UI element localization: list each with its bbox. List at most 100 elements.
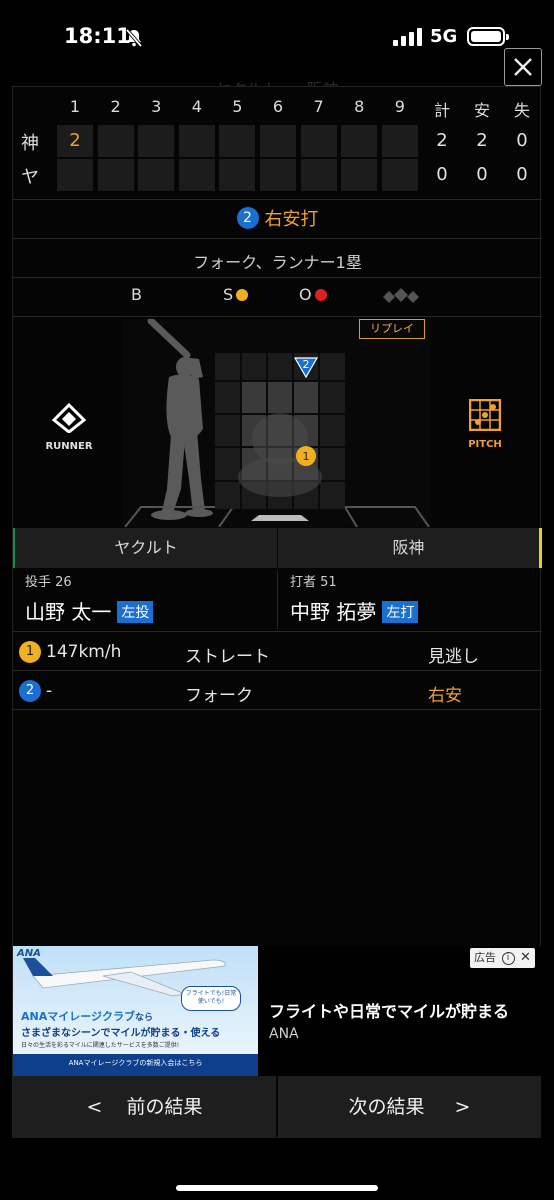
pitch-type: フォーク	[185, 686, 253, 706]
home-indicator	[176, 1185, 378, 1191]
close-ad-icon[interactable]: ✕	[520, 950, 531, 965]
inning-score-cell	[260, 125, 296, 157]
batter-info: 打者 51 中野 拓夢 左打	[290, 571, 419, 629]
ad-brand: ANA	[269, 1026, 299, 1042]
batter-silhouette	[147, 317, 213, 520]
totals-header: 計	[433, 101, 450, 120]
inning-header: 2	[110, 97, 121, 116]
inning-header: 8	[354, 97, 365, 116]
pitch-zone-view: 12	[123, 317, 431, 528]
strike-dot	[236, 289, 249, 301]
runner-toggle[interactable]: RUNNER	[39, 402, 99, 452]
pitch-grid-icon	[468, 398, 502, 432]
play-number-badge: 2	[236, 207, 259, 229]
info-icon[interactable]: i	[501, 952, 515, 965]
inning-score-cell	[341, 159, 378, 191]
inning-score-cell	[219, 159, 256, 191]
total-cell: 2	[436, 130, 448, 151]
pitch-label: PITCH	[468, 439, 502, 450]
divider	[13, 277, 542, 278]
divider	[13, 238, 542, 239]
out-count-label: O	[299, 285, 312, 304]
ad-headline[interactable]: フライトや日常でマイルが貯まる	[269, 998, 509, 1022]
inning-score-cell	[97, 125, 134, 157]
previous-result-button[interactable]: < 前の結果	[13, 1076, 276, 1138]
chevron-right-icon: >	[454, 1096, 471, 1118]
ad-bubble: フライトでも!日常使いでも!	[181, 986, 241, 1011]
pitcher-info: 投手 26 山野 太一 左投	[25, 571, 154, 629]
next-result-label: 次の結果	[348, 1096, 425, 1118]
inning-score-cell	[341, 125, 378, 157]
play-result-text: 右安打	[264, 209, 319, 230]
total-cell: 0	[516, 130, 528, 151]
inning-score-cell	[57, 159, 93, 191]
total-cell: 0	[436, 164, 448, 185]
divider	[13, 199, 542, 200]
inning-header: 5	[232, 97, 243, 116]
inning-score-cell	[381, 125, 418, 157]
ad-image[interactable]: ANA フライトでも!日常使いでも! ANAマイレージクラブなら さまざまなシー…	[13, 946, 258, 1076]
strike-count-label: S	[223, 285, 234, 304]
inning-score-cell: 2	[57, 125, 93, 157]
divider	[277, 571, 278, 629]
inning-header: 4	[191, 97, 202, 116]
inning-header: 9	[394, 97, 405, 116]
out-count: O	[299, 285, 327, 304]
ball-count-label: B	[131, 285, 142, 304]
pitch-speed: -	[46, 681, 53, 701]
divider	[13, 316, 542, 317]
batter-role: 打者 51	[290, 575, 337, 590]
next-result-button[interactable]: 次の結果 >	[278, 1076, 541, 1138]
totals-header: 失	[513, 101, 530, 120]
status-time: 18:11	[64, 24, 131, 48]
out-dot	[314, 289, 327, 301]
tab-home-team[interactable]: 阪神	[278, 528, 542, 568]
ad-image-footer: ANAマイレージクラブの新規入会はこちら	[68, 1059, 203, 1067]
network-type: 5G	[430, 26, 458, 47]
close-icon	[514, 58, 532, 76]
batter-name: 中野 拓夢	[290, 600, 377, 624]
pitch-toggle[interactable]: PITCH	[459, 398, 511, 450]
scoreboard: 123456789計安失神2220ヤ000	[13, 87, 542, 197]
pitch-number-badge: 1	[19, 641, 41, 663]
diamond-field-icon	[51, 402, 87, 434]
totals-header: 安	[473, 101, 490, 120]
replay-button[interactable]: リプレイ	[359, 319, 425, 339]
inning-score-cell	[219, 125, 256, 157]
previous-result-label: 前の結果	[126, 1096, 203, 1118]
inning-score-cell	[300, 159, 337, 191]
ad-label-text: 広告	[474, 951, 496, 964]
inning-score-cell	[260, 159, 296, 191]
pitch-marker[interactable]: 1	[296, 446, 316, 466]
pitch-marker-number: 1	[303, 450, 310, 463]
play-result: 2 右安打	[13, 205, 542, 231]
play-detail-modal: 123456789計安失神2220ヤ000 2 右安打 フォーク、ランナー1塁 B…	[12, 86, 542, 1138]
ad-image-line3: 日々の生活を彩るマイルに関連したサービスを多数ご提供!	[21, 1042, 180, 1049]
pitch-number-badge: 2	[19, 680, 41, 702]
pitch-row[interactable]: 1 147km/h ストレート 見逃し	[13, 633, 542, 671]
battery-icon	[467, 27, 509, 46]
pitch-row[interactable]: 2- フォーク 右安	[13, 672, 542, 710]
ad-logo: ANA	[17, 948, 41, 959]
pitch-speed: 147km/h	[46, 642, 122, 662]
pitcher-role: 投手 26	[25, 575, 72, 590]
advertisement[interactable]: ANA フライトでも!日常使いでも! ANAマイレージクラブなら さまざまなシー…	[13, 946, 542, 1076]
total-cell: 2	[476, 130, 488, 151]
pitcher-hand-badge: 左投	[117, 601, 154, 623]
pitch-result: 右安	[428, 686, 462, 706]
pitch-type: ストレート	[185, 647, 270, 667]
ad-label[interactable]: 広告 i ✕	[470, 948, 535, 968]
pitch-result: 見逃し	[428, 647, 479, 667]
close-button[interactable]	[504, 48, 542, 86]
ad-image-title-suffix: なら	[135, 1013, 154, 1023]
ad-image-line2: さまざまなシーンでマイルが貯まる・使える	[21, 1028, 221, 1039]
cellular-signal-icon	[393, 28, 422, 46]
inning-header: 3	[151, 97, 162, 116]
inning-header: 6	[272, 97, 284, 116]
strike-count: S	[223, 285, 249, 304]
ball-count: B	[131, 285, 142, 304]
tab-away-team[interactable]: ヤクルト	[13, 528, 277, 568]
inning-score-cell	[178, 159, 215, 191]
inning-score-cell	[138, 125, 175, 157]
inning-score-cell	[138, 159, 175, 191]
